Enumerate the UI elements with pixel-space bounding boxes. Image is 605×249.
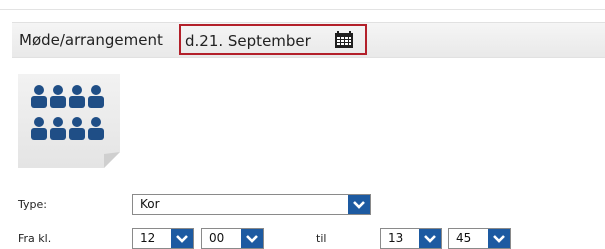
- top-divider: [0, 9, 605, 10]
- type-dropdown-button[interactable]: [348, 195, 370, 214]
- chevron-down-icon: [424, 235, 436, 243]
- to-hour-value: 13: [388, 231, 404, 245]
- to-label: til: [316, 232, 327, 245]
- from-minute-dropdown-button[interactable]: [241, 229, 263, 248]
- to-hour-dropdown-button[interactable]: [419, 229, 441, 248]
- chevron-down-icon: [246, 235, 258, 243]
- to-minute-select[interactable]: 45: [448, 228, 511, 249]
- type-value: Kor: [140, 197, 160, 211]
- to-hour-select[interactable]: 13: [380, 228, 442, 249]
- meeting-header-bar: Møde/arrangement d.21. September: [12, 22, 605, 58]
- chevron-down-icon: [353, 201, 365, 209]
- from-hour-select[interactable]: 12: [132, 228, 194, 249]
- type-label: Type:: [18, 198, 47, 211]
- chevron-down-icon: [493, 235, 505, 243]
- type-select[interactable]: Kor: [132, 194, 371, 215]
- chevron-down-icon: [176, 235, 188, 243]
- date-selector[interactable]: d.21. September: [179, 24, 367, 55]
- from-hour-dropdown-button[interactable]: [171, 229, 193, 248]
- to-minute-value: 45: [456, 231, 472, 245]
- meeting-label: Møde/arrangement: [19, 31, 163, 49]
- date-text: d.21. September: [185, 32, 311, 50]
- from-label: Fra kl.: [18, 232, 52, 245]
- people-group-icon: [18, 74, 120, 168]
- from-minute-select[interactable]: 00: [201, 228, 264, 249]
- from-minute-value: 00: [209, 231, 225, 245]
- from-hour-value: 12: [140, 231, 156, 245]
- calendar-icon[interactable]: [334, 31, 354, 49]
- to-minute-dropdown-button[interactable]: [488, 229, 510, 248]
